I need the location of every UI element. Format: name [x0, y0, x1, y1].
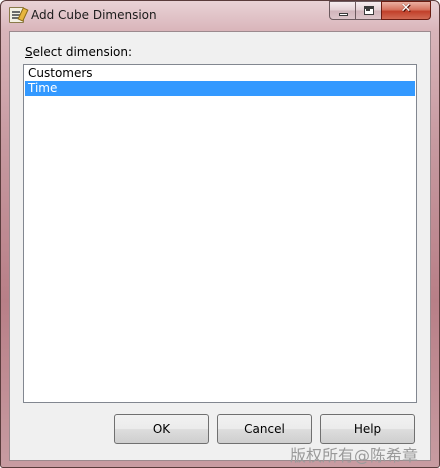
- list-item-time[interactable]: Time: [25, 81, 415, 96]
- dimension-listbox[interactable]: Customers Time: [23, 64, 417, 403]
- close-button[interactable]: ✕: [381, 1, 431, 20]
- select-dimension-label: Select dimension:: [25, 45, 132, 59]
- maximize-button[interactable]: [355, 1, 382, 20]
- dialog-note-icon: [9, 7, 24, 23]
- dialog-client-area: Select dimension: Customers Time OK Canc…: [9, 31, 431, 461]
- caption-buttons: ✕: [329, 1, 435, 21]
- maximize-icon: [364, 6, 374, 15]
- title-bar[interactable]: Add Cube Dimension ✕: [1, 1, 439, 31]
- help-button[interactable]: Help: [320, 414, 415, 444]
- list-item-customers[interactable]: Customers: [25, 66, 415, 81]
- add-cube-dimension-dialog: Add Cube Dimension ✕ Select dimension: C…: [0, 0, 440, 468]
- window-title: Add Cube Dimension: [31, 8, 157, 22]
- minimize-button[interactable]: [329, 1, 356, 20]
- select-label-rest: elect dimension:: [32, 45, 133, 59]
- cancel-button[interactable]: Cancel: [217, 414, 312, 444]
- watermark-text: 版权所有@陈希章: [290, 446, 419, 465]
- minimize-icon: [339, 13, 348, 16]
- select-label-mnemonic: S: [25, 45, 33, 59]
- ok-button[interactable]: OK: [114, 414, 209, 444]
- close-icon: ✕: [400, 1, 412, 16]
